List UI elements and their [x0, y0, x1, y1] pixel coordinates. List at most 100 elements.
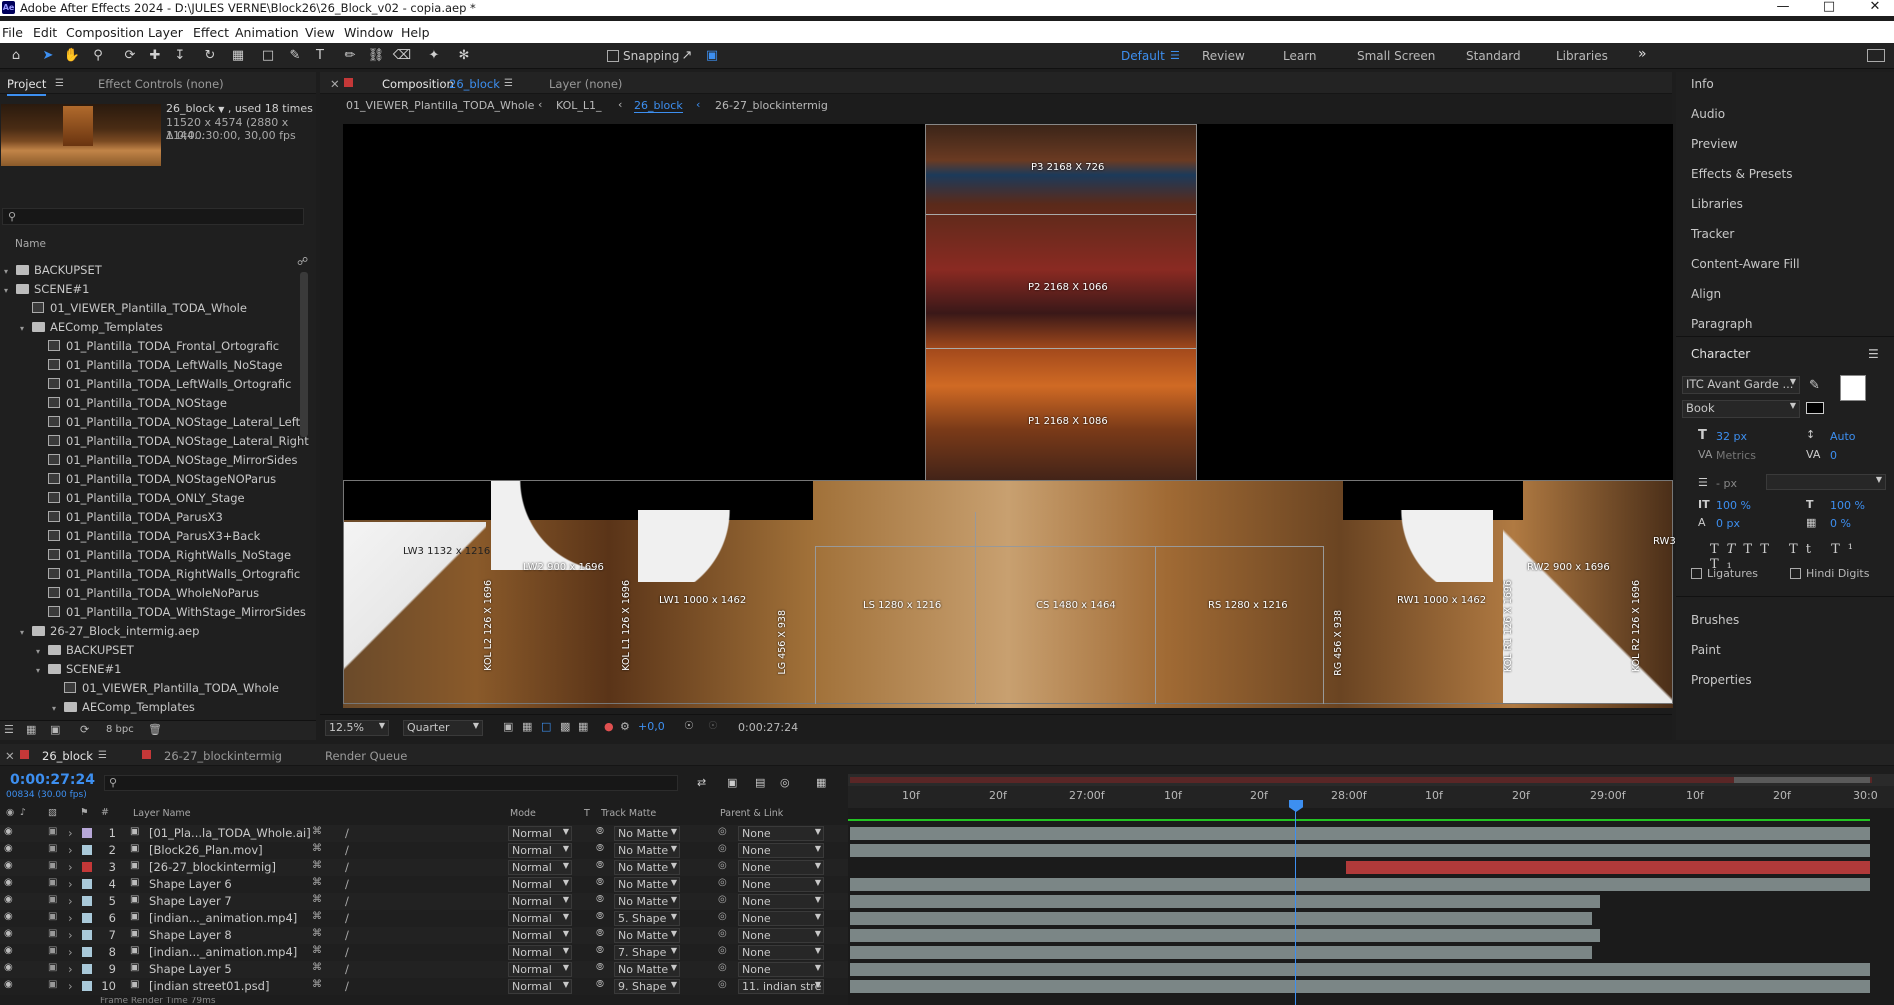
pen-tool-icon[interactable]: ✎: [285, 46, 305, 66]
roto-brush-icon[interactable]: ✦: [424, 46, 444, 66]
project-comp-item[interactable]: 01_Plantilla_TODA_WithStage_MirrorSides: [36, 605, 336, 624]
breadcrumb-viewer[interactable]: 01_VIEWER_Plantilla_TODA_Whole: [346, 99, 534, 112]
pickwhip-icon[interactable]: ◎: [718, 945, 727, 956]
shy-switch-icon[interactable]: ⌘: [312, 928, 322, 939]
parent-dropdown[interactable]: None ▼: [738, 826, 824, 841]
shy-switch-icon[interactable]: ⌘: [312, 894, 322, 905]
grid-guides-icon[interactable]: ▦: [578, 720, 588, 733]
track-matte-dropdown[interactable]: No Matte ▼: [614, 894, 680, 909]
parent-dropdown[interactable]: None ▼: [738, 877, 824, 892]
blend-mode-dropdown[interactable]: Normal ▼: [508, 928, 572, 943]
workspace-libraries[interactable]: Libraries: [1556, 49, 1608, 63]
panel-brushes[interactable]: Brushes: [1691, 613, 1739, 627]
layer-name[interactable]: [01_Pla...la_TODA_Whole.ai]: [149, 826, 311, 840]
project-comp-item[interactable]: 01_Plantilla_TODA_NOStage: [36, 396, 336, 415]
project-comp-item[interactable]: 01_Plantilla_TODA_Frontal_Ortografic: [36, 339, 336, 358]
frame-blending-icon[interactable]: ◎: [780, 776, 790, 789]
fill-color-swatch[interactable]: [1840, 375, 1866, 401]
layer-name[interactable]: [Block26_Plan.mov]: [149, 843, 263, 857]
shy-switch-icon[interactable]: ⌘: [312, 877, 322, 888]
layer-color-label[interactable]: [82, 981, 92, 991]
project-folder-item[interactable]: ▾ BACKUPSET: [4, 263, 304, 282]
parent-dropdown[interactable]: None ▼: [738, 860, 824, 875]
ligatures-checkbox[interactable]: [1691, 568, 1702, 579]
search-help-icon[interactable]: [1867, 49, 1885, 62]
layer-color-label[interactable]: [82, 845, 92, 855]
rectangle-tool-icon[interactable]: □: [258, 46, 278, 66]
blend-mode-dropdown[interactable]: Normal ▼: [508, 945, 572, 960]
expand-chevron-icon[interactable]: ›: [68, 962, 73, 976]
layer-name[interactable]: Shape Layer 7: [149, 894, 232, 908]
pickwhip-icon[interactable]: ◎: [718, 843, 727, 854]
work-area-bar[interactable]: [848, 774, 1894, 786]
chevron-down-icon[interactable]: ▾: [20, 628, 32, 637]
chevron-down-icon[interactable]: ▾: [4, 267, 16, 276]
fast-previews-icon[interactable]: ▣: [503, 720, 513, 733]
graph-editor-icon[interactable]: ▦: [816, 776, 826, 789]
layer-duration-bar[interactable]: [850, 963, 1870, 976]
clone-stamp-icon[interactable]: ⛓: [366, 46, 386, 66]
parent-dropdown[interactable]: None ▼: [738, 945, 824, 960]
new-comp-icon[interactable]: ▣: [50, 723, 60, 736]
blend-mode-dropdown[interactable]: Normal ▼: [508, 843, 572, 858]
layer-name[interactable]: Shape Layer 8: [149, 928, 232, 942]
motion-blur-icon[interactable]: ⦾: [596, 911, 604, 922]
shy-switch-icon[interactable]: ⌘: [312, 826, 322, 837]
menu-help[interactable]: Help: [401, 25, 430, 40]
panel-align[interactable]: Align: [1691, 287, 1721, 301]
layer-duration-bar[interactable]: [850, 844, 1870, 857]
font-family-dropdown[interactable]: ITC Avant Garde ... ▼: [1682, 376, 1800, 394]
parent-dropdown[interactable]: None ▼: [738, 962, 824, 977]
character-menu-icon[interactable]: ☰: [1868, 347, 1879, 361]
lock-icon[interactable]: ▣: [48, 945, 57, 956]
vertical-scale-value[interactable]: 100 %: [1716, 499, 1751, 512]
time-ruler[interactable]: 10f 20f 27:00f 10f 20f 28:00f 10f 20f 29…: [848, 786, 1894, 808]
project-comp-item[interactable]: 01_Plantilla_TODA_NOStage_Lateral_Right: [36, 434, 336, 453]
layer-duration-bar[interactable]: [850, 929, 1600, 942]
menu-view[interactable]: View: [305, 25, 335, 40]
project-comp-item[interactable]: 01_VIEWER_Plantilla_TODA_Whole: [20, 301, 320, 320]
orbit-tool-icon[interactable]: ⟳: [120, 46, 140, 66]
quality-switch-icon[interactable]: ∕: [345, 962, 349, 976]
blend-mode-dropdown[interactable]: Normal ▼: [508, 911, 572, 926]
tab-composition-label[interactable]: Composition: [382, 77, 454, 91]
snap-option-icon[interactable]: ↗: [677, 46, 697, 66]
layer-name[interactable]: [indian..._animation.mp4]: [149, 911, 297, 925]
layer-row[interactable]: ◉ ▣ › 5 ▣ Shape Layer 7 ⌘ ∕ Normal ▼ ⦾ No Matte ▼ ◎ No…: [0, 893, 848, 910]
more-workspaces-icon[interactable]: »: [1638, 46, 1647, 62]
tab-composition-name[interactable]: 26_block: [449, 77, 500, 91]
layer-name[interactable]: Shape Layer 5: [149, 962, 232, 976]
panel-content-aware-fill[interactable]: Content-Aware Fill: [1691, 257, 1800, 271]
rotate-tool-icon[interactable]: ↻: [200, 46, 220, 66]
lock-icon[interactable]: ▣: [48, 826, 57, 837]
layer-color-label[interactable]: [82, 862, 92, 872]
project-comp-item[interactable]: 01_Plantilla_TODA_ONLY_Stage: [36, 491, 336, 510]
layer-row[interactable]: ◉ ▣ › 8 ▣ [indian..._animation.mp4] ⌘ ∕ Normal ▼ ⦾…: [0, 944, 848, 961]
project-folder-item[interactable]: ▾ SCENE#1: [4, 282, 304, 301]
hand-tool-icon[interactable]: ✋: [62, 46, 82, 66]
close-icon[interactable]: ✕: [1852, 0, 1894, 16]
new-folder-icon[interactable]: ▦: [26, 723, 36, 736]
shy-switch-icon[interactable]: ⌘: [312, 962, 322, 973]
tsume-value[interactable]: 0 %: [1830, 517, 1851, 530]
breadcrumb-26-block[interactable]: 26_block: [634, 99, 683, 113]
chevron-down-icon[interactable]: ▾: [36, 666, 48, 675]
motion-blur-icon[interactable]: ⦾: [596, 826, 604, 837]
shy-switch-icon[interactable]: ⌘: [312, 843, 322, 854]
stroke-width-value[interactable]: - px: [1716, 477, 1737, 490]
tab-effect-controls[interactable]: Effect Controls (none): [98, 77, 224, 91]
maximize-icon[interactable]: □: [1806, 0, 1852, 16]
workspace-default[interactable]: Default: [1121, 49, 1165, 63]
panel-effects-presets[interactable]: Effects & Presets: [1691, 167, 1792, 181]
parent-dropdown[interactable]: None ▼: [738, 843, 824, 858]
expand-chevron-icon[interactable]: ›: [68, 928, 73, 942]
blend-mode-dropdown[interactable]: Normal ▼: [508, 877, 572, 892]
hindi-digits-checkbox[interactable]: [1790, 568, 1801, 579]
lock-icon[interactable]: ▣: [48, 928, 57, 939]
shy-switch-icon[interactable]: ⌘: [312, 945, 322, 956]
horizontal-scale-value[interactable]: 100 %: [1830, 499, 1865, 512]
lock-icon[interactable]: ▣: [48, 843, 57, 854]
track-matte-dropdown[interactable]: No Matte ▼: [614, 843, 680, 858]
panel-paint[interactable]: Paint: [1691, 643, 1721, 657]
blend-mode-dropdown[interactable]: Normal ▼: [508, 894, 572, 909]
